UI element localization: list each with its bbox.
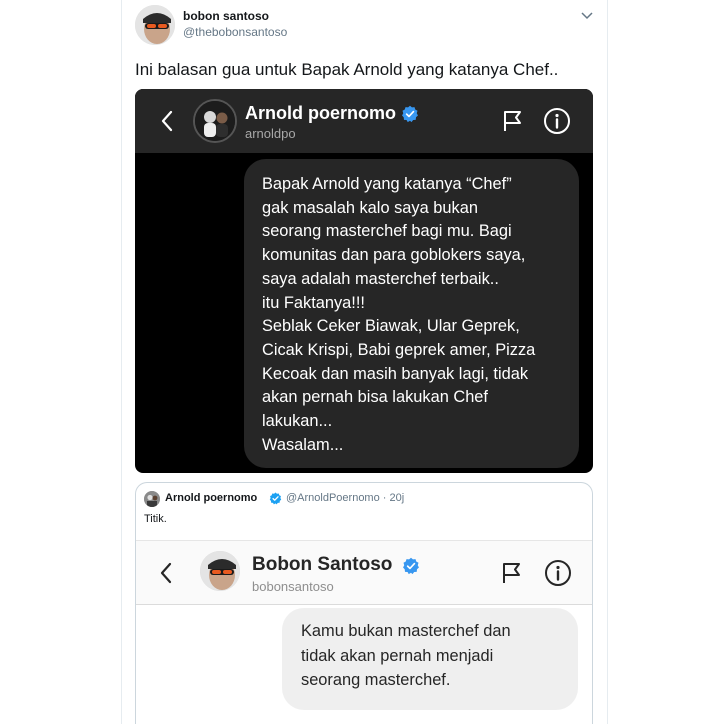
quoted-author-handle: @ArnoldPoernomo · 20j xyxy=(286,492,405,504)
flag-icon xyxy=(503,563,520,583)
info-icon xyxy=(544,108,570,134)
quoted-tweet-text: Titik. xyxy=(144,513,167,525)
message-line: Cicak Krispi, Babi geprek amer, Pizza xyxy=(262,340,536,359)
verified-badge-icon xyxy=(402,105,418,123)
quoted-tweet[interactable]: Arnold poernomo @ArnoldPoernomo · 20j Ti… xyxy=(135,482,593,724)
info-icon xyxy=(545,560,571,586)
contact-name: Bobon Santoso xyxy=(252,554,393,575)
dm-header: Bobon Santoso bobonsantoso xyxy=(136,540,592,605)
message-line: Kecoak dan masih banyak lagi, tidak xyxy=(262,364,529,383)
timeline-border-right xyxy=(607,0,608,724)
contact-name: Arnold poernomo xyxy=(245,103,396,123)
message-bubble: Kamu bukan masterchef dan tidak akan per… xyxy=(282,608,578,710)
avatar xyxy=(193,99,237,143)
quoted-author-avatar xyxy=(144,491,160,507)
chevron-down-icon[interactable] xyxy=(580,8,594,22)
message-line: tidak akan pernah menjadi xyxy=(301,646,494,665)
message-line: akan pernah bisa lakukan Chef xyxy=(262,388,488,407)
message-line: lakukan... xyxy=(262,412,333,431)
dm-screenshot-light: Bobon Santoso bobonsantoso Kamu bukan ma… xyxy=(136,540,592,724)
message-line: Bapak Arnold yang katanya “Chef” xyxy=(262,175,512,193)
chevron-left-icon xyxy=(160,562,172,584)
flag-icon xyxy=(504,111,521,131)
timeline-border-left xyxy=(121,0,122,724)
quoted-author-name: Arnold poernomo xyxy=(165,492,258,504)
message-line: Kamu bukan masterchef dan xyxy=(301,622,511,640)
message-line: seorang masterchef. xyxy=(301,671,451,689)
message-line: gak masalah kalo saya bukan xyxy=(262,198,478,217)
avatar xyxy=(200,551,240,591)
message-line: itu Faktanya!!! xyxy=(262,293,365,312)
author-name[interactable]: bobon santoso xyxy=(183,9,269,23)
message-line: Seblak Ceker Biawak, Ular Geprek, xyxy=(262,317,520,336)
verified-badge-icon xyxy=(269,492,282,505)
message-line: komunitas dan para goblokers saya, xyxy=(262,246,526,265)
message-line: saya adalah masterchef terbaik.. xyxy=(262,269,499,288)
dm-header: Arnold poernomo arnoldpo xyxy=(135,89,593,153)
tweet-text: Ini balasan gua untuk Bapak Arnold yang … xyxy=(135,60,559,79)
message-bubble: Bapak Arnold yang katanya “Chef” gak mas… xyxy=(244,159,579,468)
dm-screenshot-dark[interactable]: Arnold poernomo arnoldpo Bapak Arnold ya… xyxy=(135,89,593,473)
contact-handle: arnoldpo xyxy=(245,126,296,141)
contact-handle: bobonsantoso xyxy=(252,579,334,594)
chevron-left-icon xyxy=(161,110,173,132)
author-avatar[interactable] xyxy=(135,5,175,45)
message-line: seorang masterchef bagi mu. Bagi xyxy=(262,222,512,241)
message-line: Wasalam... xyxy=(262,435,344,454)
verified-badge-icon xyxy=(403,557,419,575)
author-handle[interactable]: @thebobonsantoso xyxy=(183,25,287,39)
